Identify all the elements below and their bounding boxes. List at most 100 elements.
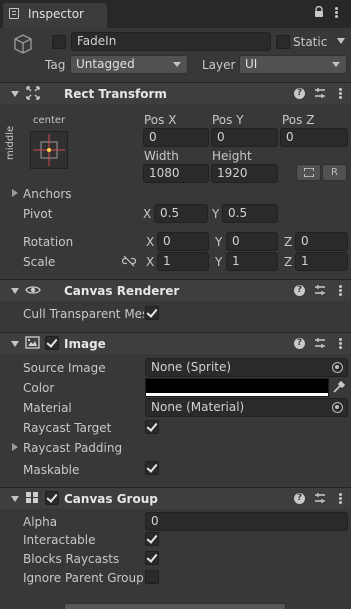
rotation-z-field[interactable]: 0 bbox=[295, 232, 348, 251]
material-label: Material bbox=[23, 401, 72, 415]
maskable-checkbox[interactable] bbox=[145, 461, 159, 475]
alpha-field[interactable]: 0 bbox=[145, 512, 348, 531]
help-icon[interactable]: ? bbox=[294, 338, 305, 349]
scale-x-axis-label: X bbox=[146, 255, 155, 269]
scale-y-axis-label: Y bbox=[215, 255, 223, 269]
scale-y-field[interactable]: 1 bbox=[226, 252, 278, 271]
rotation-y-axis-label: Y bbox=[215, 235, 223, 249]
layer-value: UI bbox=[245, 57, 258, 71]
component-menu-icon[interactable] bbox=[339, 289, 342, 292]
source-image-field[interactable]: None (Sprite) bbox=[145, 358, 348, 377]
scale-z-field[interactable]: 1 bbox=[295, 252, 348, 271]
scale-x-field[interactable]: 1 bbox=[157, 252, 209, 271]
static-dropdown-caret-icon[interactable] bbox=[336, 37, 346, 45]
ignore-parent-groups-label: Ignore Parent Groups bbox=[23, 571, 144, 585]
preset-icon[interactable] bbox=[314, 337, 326, 349]
constrain-proportions-icon[interactable] bbox=[121, 255, 137, 267]
ignore-parent-groups-checkbox[interactable] bbox=[145, 570, 159, 584]
anchor-presets-button[interactable] bbox=[30, 131, 68, 169]
alpha-label: Alpha bbox=[23, 515, 58, 529]
cull-transparent-checkbox[interactable] bbox=[145, 306, 159, 320]
raycast-padding-foldout-icon[interactable] bbox=[12, 443, 18, 451]
raw-edit-label: R bbox=[331, 167, 338, 178]
pivot-x-axis-label: X bbox=[143, 207, 152, 221]
source-image-label: Source Image bbox=[23, 361, 106, 375]
interactable-label: Interactable bbox=[23, 533, 96, 547]
foldout-arrow-icon[interactable] bbox=[11, 496, 19, 502]
tag-dropdown[interactable]: Untagged bbox=[70, 55, 188, 74]
eyedropper-icon[interactable] bbox=[332, 380, 346, 394]
component-menu-icon[interactable] bbox=[339, 342, 342, 345]
help-icon[interactable]: ? bbox=[294, 285, 305, 296]
raw-edit-button[interactable]: R bbox=[322, 164, 347, 181]
chevron-down-icon bbox=[332, 62, 340, 67]
pivot-x-field[interactable]: 0.5 bbox=[154, 204, 208, 223]
pos-z-field[interactable]: 0 bbox=[280, 128, 348, 147]
rotation-z-axis-label: Z bbox=[284, 235, 293, 249]
active-checkbox[interactable] bbox=[52, 35, 66, 49]
cull-transparent-label: Cull Transparent Mes bbox=[23, 307, 144, 321]
anchors-foldout-icon[interactable] bbox=[12, 189, 18, 197]
layer-dropdown[interactable]: UI bbox=[239, 55, 347, 74]
pivot-label: Pivot bbox=[23, 207, 53, 221]
rect-transform-title: Rect Transform bbox=[64, 87, 167, 101]
interactable-checkbox[interactable] bbox=[145, 532, 159, 546]
raycast-target-checkbox[interactable] bbox=[145, 420, 159, 434]
rotation-label: Rotation bbox=[23, 235, 74, 249]
preset-icon[interactable] bbox=[314, 284, 326, 296]
static-label: Static bbox=[293, 35, 328, 49]
color-swatch[interactable] bbox=[145, 378, 329, 397]
material-field[interactable]: None (Material) bbox=[145, 398, 348, 417]
dotted-rect-icon bbox=[304, 168, 314, 177]
image-component-icon bbox=[25, 336, 40, 349]
help-icon[interactable]: ? bbox=[294, 88, 305, 99]
material-value: None (Material) bbox=[151, 400, 245, 414]
height-label: Height bbox=[212, 149, 252, 163]
tag-label: Tag bbox=[45, 58, 66, 72]
pivot-y-field[interactable]: 0.5 bbox=[222, 204, 278, 223]
blueprint-mode-button[interactable] bbox=[296, 164, 321, 181]
height-field[interactable]: 1920 bbox=[211, 164, 278, 183]
canvas-renderer-title: Canvas Renderer bbox=[64, 284, 180, 298]
gameobject-icon bbox=[12, 33, 34, 55]
rotation-y-field[interactable]: 0 bbox=[226, 232, 278, 251]
scale-label: Scale bbox=[23, 255, 56, 269]
rotation-x-axis-label: X bbox=[146, 235, 155, 249]
width-field[interactable]: 1080 bbox=[143, 164, 209, 183]
help-icon[interactable]: ? bbox=[294, 493, 305, 504]
scale-z-axis-label: Z bbox=[284, 255, 293, 269]
tab-title: Inspector bbox=[28, 7, 84, 21]
foldout-arrow-icon[interactable] bbox=[11, 341, 19, 347]
image-enabled-checkbox[interactable] bbox=[45, 336, 59, 350]
name-field[interactable]: FadeIn bbox=[71, 32, 271, 51]
blocks-raycasts-label: Blocks Raycasts bbox=[23, 552, 120, 566]
component-menu-icon[interactable] bbox=[339, 92, 342, 95]
canvas-group-icon bbox=[25, 491, 39, 504]
component-menu-icon[interactable] bbox=[339, 497, 342, 500]
blocks-raycasts-checkbox[interactable] bbox=[145, 551, 159, 565]
foldout-arrow-icon[interactable] bbox=[11, 288, 19, 294]
inspector-icon bbox=[9, 8, 19, 19]
rotation-x-field[interactable]: 0 bbox=[157, 232, 209, 251]
pos-z-label: Pos Z bbox=[282, 113, 315, 127]
object-picker-icon[interactable] bbox=[332, 362, 343, 373]
static-checkbox[interactable] bbox=[276, 35, 290, 49]
object-picker-icon[interactable] bbox=[332, 402, 343, 413]
layer-label: Layer bbox=[202, 58, 236, 72]
canvas-group-enabled-checkbox[interactable] bbox=[45, 491, 59, 505]
tag-value: Untagged bbox=[76, 57, 135, 71]
anchor-v-label: middle bbox=[5, 125, 16, 160]
eye-icon bbox=[25, 284, 41, 296]
pos-y-field[interactable]: 0 bbox=[211, 128, 278, 147]
pos-x-field[interactable]: 0 bbox=[143, 128, 209, 147]
rect-transform-icon bbox=[26, 86, 40, 100]
anchors-label[interactable]: Anchors bbox=[23, 187, 72, 201]
raycast-padding-label[interactable]: Raycast Padding bbox=[23, 441, 122, 455]
tab-menu-icon[interactable] bbox=[335, 11, 338, 14]
image-title: Image bbox=[64, 337, 106, 351]
preset-icon[interactable] bbox=[314, 87, 326, 99]
lock-icon[interactable] bbox=[314, 5, 324, 18]
foldout-arrow-icon[interactable] bbox=[11, 91, 19, 97]
add-component-button[interactable] bbox=[64, 603, 286, 609]
preset-icon[interactable] bbox=[314, 492, 326, 504]
